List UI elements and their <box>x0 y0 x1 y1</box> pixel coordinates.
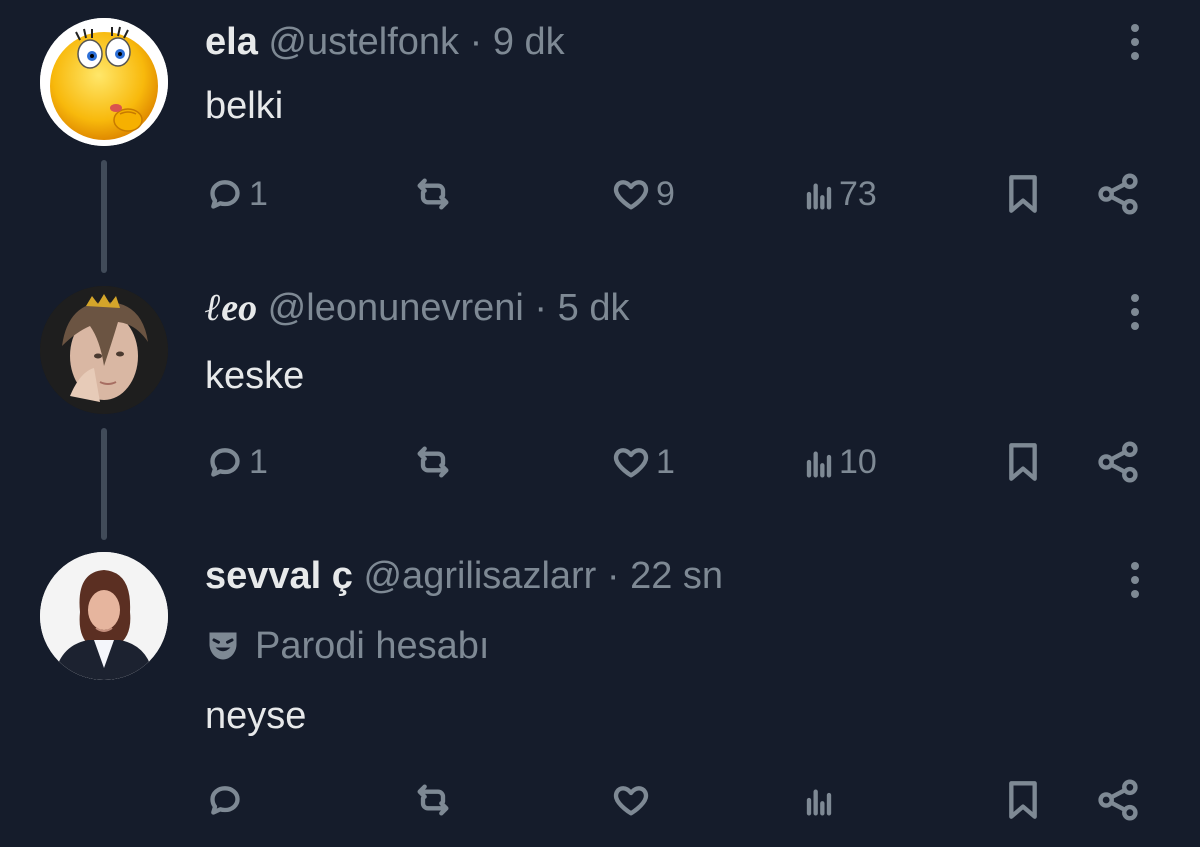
analytics-icon <box>806 451 832 478</box>
views-button[interactable] <box>803 776 835 824</box>
like-count: 9 <box>656 174 675 213</box>
tweet-text: neyse <box>205 695 307 737</box>
heart-icon <box>613 448 649 478</box>
retweet-button[interactable] <box>412 776 454 824</box>
like-button[interactable]: 1 <box>610 438 675 486</box>
timestamp[interactable]: 5 dk <box>558 287 630 329</box>
separator: · <box>534 287 548 329</box>
tweet-1[interactable]: ela @ustelfonk · 9 dk belki 1 9 73 <box>0 0 1200 260</box>
user-handle[interactable]: @agrilisazlarr <box>363 555 596 597</box>
display-name[interactable]: ℓeo <box>205 287 257 329</box>
user-handle[interactable]: @leonunevreni <box>268 287 524 329</box>
tweet-3[interactable]: sevval ç @agrilisazlarr · 22 sn Parodi h… <box>0 540 1200 847</box>
share-button[interactable] <box>1095 438 1141 486</box>
tweet-text: keske <box>205 355 305 397</box>
like-button[interactable]: 9 <box>610 170 675 218</box>
share-icon <box>1098 173 1138 215</box>
reply-button[interactable]: 1 <box>205 170 268 218</box>
tweet-text: belki <box>205 85 284 127</box>
bookmark-button[interactable] <box>1003 776 1043 824</box>
like-button[interactable] <box>610 776 652 824</box>
reply-button[interactable]: 1 <box>205 438 268 486</box>
retweet-button[interactable] <box>412 170 458 218</box>
parody-label: Parodi hesabı <box>205 624 490 668</box>
bookmark-button[interactable] <box>1003 170 1043 218</box>
reply-count: 1 <box>249 442 268 481</box>
retweet-icon <box>417 446 449 478</box>
separator: · <box>469 21 483 63</box>
bookmark-icon <box>1009 175 1037 213</box>
timestamp[interactable]: 22 sn <box>630 555 723 597</box>
avatar[interactable] <box>40 286 168 414</box>
display-name[interactable]: sevval ç <box>205 555 353 597</box>
retweet-button[interactable] <box>412 438 458 486</box>
user-handle[interactable]: @ustelfonk <box>268 21 459 63</box>
timestamp[interactable]: 9 dk <box>493 21 565 63</box>
separator: · <box>606 555 620 597</box>
share-button[interactable] <box>1095 170 1141 218</box>
action-bar: 1 1 10 <box>0 438 1200 486</box>
views-button[interactable]: 10 <box>803 438 877 486</box>
theater-mask-icon <box>209 632 237 660</box>
action-bar: 1 9 73 <box>0 170 1200 218</box>
bookmark-icon <box>1009 443 1037 481</box>
reply-count: 1 <box>249 174 268 213</box>
view-count: 73 <box>839 174 877 213</box>
more-options-icon[interactable] <box>1127 294 1143 330</box>
share-icon <box>1098 779 1138 821</box>
tweet-header: sevval ç @agrilisazlarr · 22 sn <box>205 554 723 598</box>
retweet-icon <box>417 178 449 210</box>
heart-icon <box>613 180 649 210</box>
reply-button[interactable] <box>205 776 245 824</box>
heart-icon <box>613 786 649 816</box>
view-count: 10 <box>839 442 877 481</box>
profile-photo <box>40 552 168 680</box>
winking-smiley-icon <box>40 18 168 146</box>
reply-icon <box>210 180 240 209</box>
reply-icon <box>210 786 240 815</box>
analytics-icon <box>806 183 832 210</box>
share-button[interactable] <box>1095 776 1141 824</box>
avatar[interactable] <box>40 18 168 146</box>
tweet-header: ℓeo @leonunevreni · 5 dk <box>205 286 629 330</box>
parody-text: Parodi hesabı <box>255 625 490 667</box>
views-button[interactable]: 73 <box>803 170 877 218</box>
more-options-icon[interactable] <box>1127 24 1143 60</box>
retweet-icon <box>417 784 449 816</box>
avatar[interactable] <box>40 552 168 680</box>
bookmark-button[interactable] <box>1003 438 1043 486</box>
tweet-2[interactable]: ℓeo @leonunevreni · 5 dk keske 1 1 10 <box>0 270 1200 530</box>
like-count: 1 <box>656 442 675 481</box>
profile-photo <box>40 286 168 414</box>
reply-icon <box>210 448 240 477</box>
bookmark-icon <box>1009 781 1037 819</box>
display-name[interactable]: ela <box>205 21 258 63</box>
more-options-icon[interactable] <box>1127 562 1143 598</box>
analytics-icon <box>806 789 832 816</box>
action-bar <box>0 776 1200 824</box>
share-icon <box>1098 441 1138 483</box>
tweet-header: ela @ustelfonk · 9 dk <box>205 20 565 64</box>
